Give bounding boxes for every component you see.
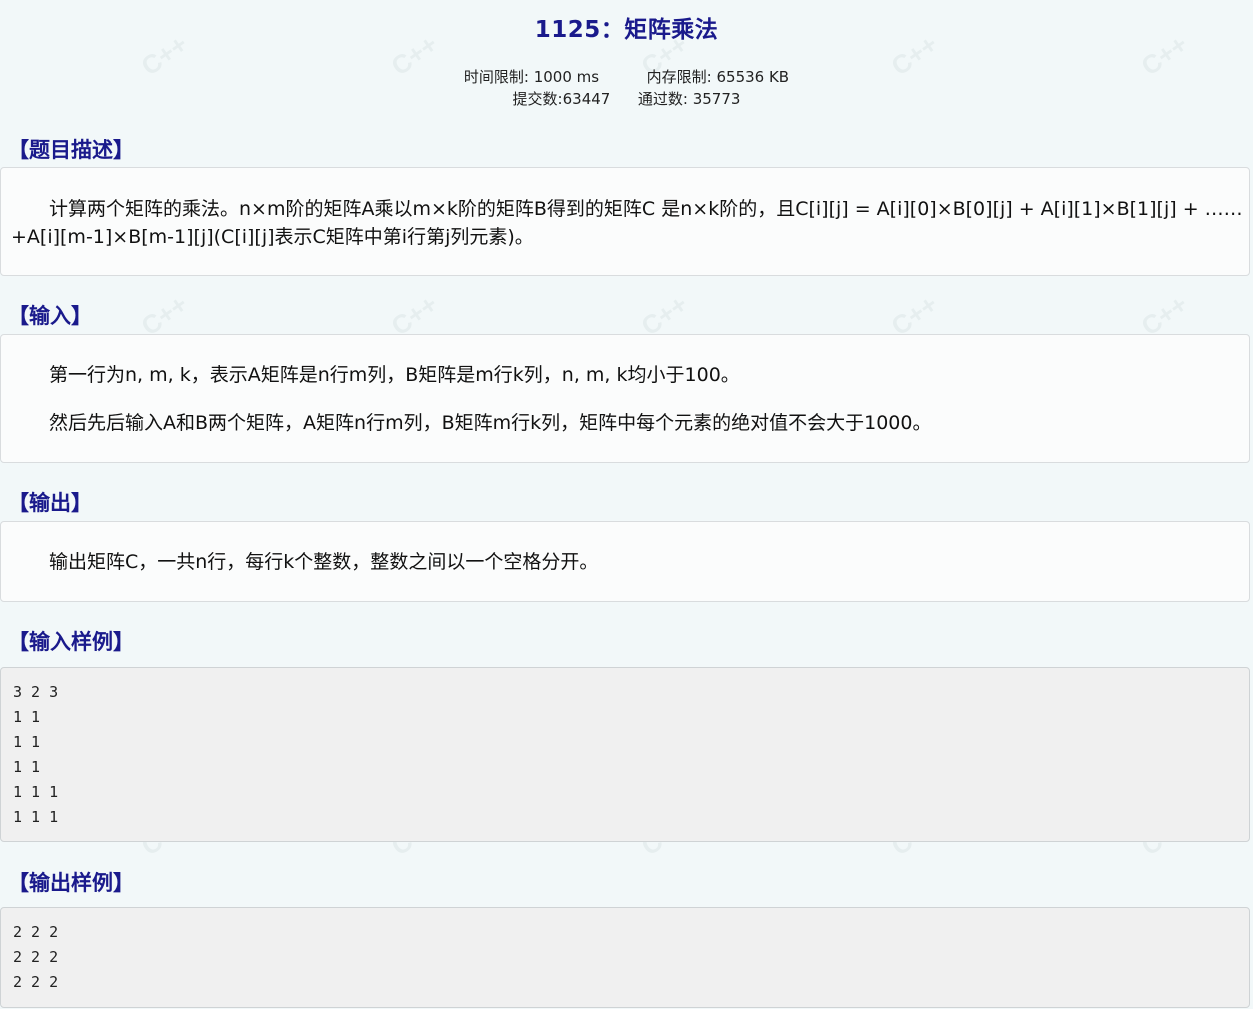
sample-output-line: 2 2 2: [13, 973, 59, 991]
sample-input-line: 1 1 1: [13, 808, 59, 826]
sample-input-line: 1 1 1: [13, 783, 59, 801]
time-limit: 时间限制: 1000 ms: [463, 68, 600, 86]
submission-count: 提交数:63447: [512, 90, 611, 108]
input-box: 第一行为n, m, k，表示A矩阵是n行m列，B矩阵是m行k列，n, m, k均…: [0, 334, 1250, 463]
sample-output-line: 2 2 2: [13, 948, 59, 966]
output-heading: 【输出】: [8, 491, 92, 515]
description-text-line1: 计算两个矩阵的乘法。n×m阶的矩阵A乘以m×k阶的矩阵B得到的矩阵C 是n×k阶…: [49, 198, 1243, 220]
description-heading: 【题目描述】: [8, 138, 134, 162]
sample-input-heading: 【输入样例】: [8, 630, 134, 654]
description-text-line2: +A[i][m-1]×B[m-1][j](C[i][j]表示C矩阵中第i行第j列…: [11, 226, 534, 248]
sample-input-box[interactable]: 3 2 3 1 1 1 1 1 1 1 1 1 1 1 1: [0, 667, 1250, 842]
stats-row: 提交数:63447 通过数: 35773: [0, 88, 1253, 110]
output-text-line1: 输出矩阵C，一共n行，每行k个整数，整数之间以一个空格分开。: [49, 551, 599, 573]
input-heading: 【输入】: [8, 304, 92, 328]
sample-input-line: 3 2 3: [13, 683, 59, 701]
sample-input-line: 1 1: [13, 758, 41, 776]
sample-input-line: 1 1: [13, 708, 41, 726]
sample-input-line: 1 1: [13, 733, 41, 751]
limits-row: 时间限制: 1000 ms 内存限制: 65536 KB: [0, 66, 1253, 88]
problem-limits: 时间限制: 1000 ms 内存限制: 65536 KB 提交数:63447 通…: [0, 66, 1253, 110]
sample-output-heading: 【输出样例】: [8, 871, 134, 895]
output-box: 输出矩阵C，一共n行，每行k个整数，整数之间以一个空格分开。: [0, 521, 1250, 602]
sample-output-box[interactable]: 2 2 2 2 2 2 2 2 2: [0, 907, 1250, 1008]
input-text-line1: 第一行为n, m, k，表示A矩阵是n行m列，B矩阵是m行k列，n, m, k均…: [49, 364, 740, 386]
description-box: 计算两个矩阵的乘法。n×m阶的矩阵A乘以m×k阶的矩阵B得到的矩阵C 是n×k阶…: [0, 167, 1250, 276]
problem-title: 1125：矩阵乘法: [534, 17, 719, 43]
background-watermark: C++ C++ C++ C++ C++ C++ C++ C++ C++ C++ …: [0, 0, 1253, 1009]
sample-output-line: 2 2 2: [13, 923, 59, 941]
accepted-count: 通过数: 35773: [637, 90, 741, 108]
input-text-line2: 然后先后输入A和B两个矩阵，A矩阵n行m列，B矩阵m行k列，矩阵中每个元素的绝对…: [49, 412, 932, 434]
memory-limit: 内存限制: 65536 KB: [646, 68, 790, 86]
